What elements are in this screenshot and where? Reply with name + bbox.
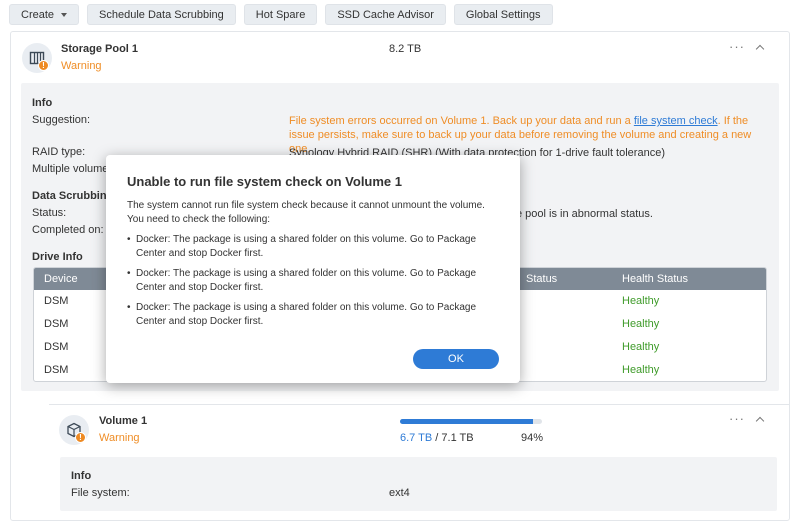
dialog-list: Docker: The package is using a shared fo… <box>127 233 502 329</box>
modal-overlay: Unable to run file system check on Volum… <box>0 0 800 527</box>
dialog-title: Unable to run file system check on Volum… <box>127 174 402 189</box>
dialog-list-item: Docker: The package is using a shared fo… <box>127 267 502 295</box>
error-dialog: Unable to run file system check on Volum… <box>106 155 520 383</box>
ok-button[interactable]: OK <box>413 349 499 369</box>
dialog-list-item: Docker: The package is using a shared fo… <box>127 233 502 261</box>
dialog-list-item: Docker: The package is using a shared fo… <box>127 301 502 329</box>
dialog-body: The system cannot run file system check … <box>127 199 502 335</box>
dialog-intro: The system cannot run file system check … <box>127 200 485 225</box>
